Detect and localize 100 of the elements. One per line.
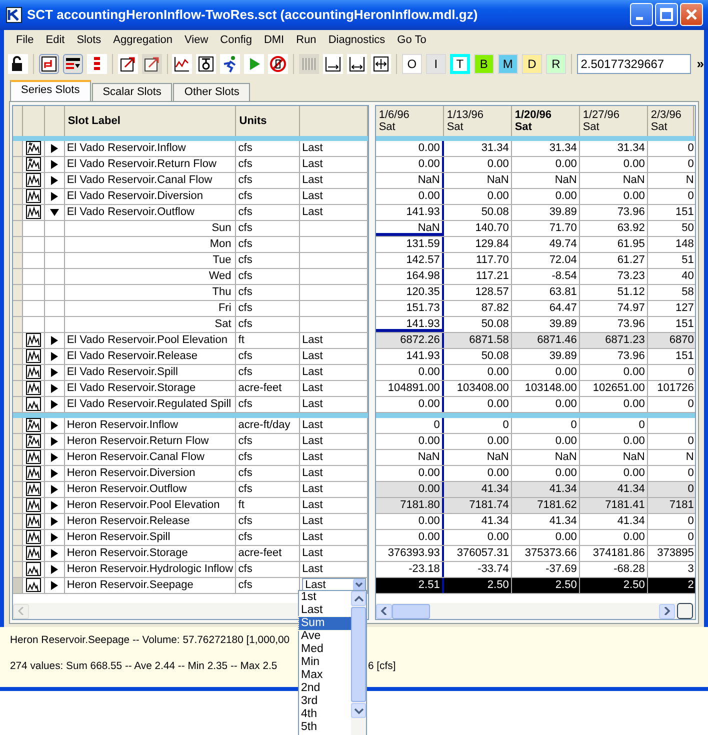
- series-icon[interactable]: [26, 157, 41, 172]
- value-cell[interactable]: 0.00: [623, 434, 645, 447]
- scroll-down-button[interactable]: [351, 703, 366, 718]
- expand-icon[interactable]: [50, 564, 59, 574]
- menu-item[interactable]: Diagnostics: [324, 34, 394, 46]
- value-cell[interactable]: 39.89: [549, 206, 577, 218]
- value-cell[interactable]: 39.89: [549, 350, 577, 362]
- expand-icon[interactable]: [50, 500, 59, 510]
- value-cell[interactable]: 41.34: [549, 514, 577, 527]
- series-icon[interactable]: [26, 333, 41, 348]
- value-cell[interactable]: 73.23: [617, 270, 645, 282]
- value-cell[interactable]: 0.00: [623, 398, 645, 410]
- popout-icon[interactable]: [118, 54, 138, 74]
- value-cell[interactable]: 0.00: [487, 398, 509, 410]
- menu-item[interactable]: DMI: [260, 34, 292, 46]
- value-cell[interactable]: 0: [688, 466, 694, 479]
- value-cell[interactable]: 376393.93: [388, 546, 440, 559]
- expand-icon[interactable]: [50, 384, 59, 393]
- tool-icon[interactable]: [196, 54, 216, 74]
- value-cell[interactable]: 50.08: [481, 206, 509, 218]
- expand-icon[interactable]: [50, 176, 59, 185]
- series-icon[interactable]: [26, 189, 41, 204]
- series-icon[interactable]: [26, 482, 41, 496]
- value-cell[interactable]: 51.12: [617, 286, 645, 298]
- value-cell[interactable]: 0.00: [418, 366, 440, 378]
- value-cell[interactable]: 71.70: [549, 222, 577, 234]
- value-cell[interactable]: 0.00: [487, 366, 509, 378]
- runner-icon[interactable]: [220, 54, 240, 74]
- aggregation-option[interactable]: 5th: [299, 721, 351, 734]
- value-cell[interactable]: 374181.86: [592, 546, 645, 559]
- value-cell[interactable]: N: [686, 450, 694, 463]
- series-icon[interactable]: [26, 466, 41, 480]
- value-cell[interactable]: -8.54: [552, 270, 577, 282]
- value-cell[interactable]: 61.27: [617, 254, 645, 266]
- expand-icon[interactable]: [50, 436, 59, 446]
- value-cell[interactable]: 73.96: [617, 206, 645, 218]
- value-cell[interactable]: 0.00: [555, 434, 577, 447]
- menu-item[interactable]: Edit: [42, 34, 73, 46]
- stop-icon[interactable]: [268, 54, 288, 74]
- aggregation-option[interactable]: Last: [299, 604, 351, 617]
- aggregation-option[interactable]: 4th: [299, 708, 351, 721]
- value-cell[interactable]: 141.93: [406, 350, 440, 362]
- value-cell[interactable]: 0.00: [487, 530, 509, 543]
- value-cell[interactable]: 164.98: [406, 270, 440, 282]
- display-mode-button[interactable]: I: [426, 54, 446, 74]
- value-cell[interactable]: 0.00: [623, 190, 645, 202]
- aggregation-option[interactable]: 3rd: [299, 695, 351, 708]
- corner-button[interactable]: [677, 603, 693, 619]
- lock-icon[interactable]: [8, 54, 28, 74]
- menu-item[interactable]: Go To: [393, 34, 434, 46]
- expand-icon[interactable]: [50, 532, 59, 542]
- value-cell[interactable]: 0.00: [487, 434, 509, 447]
- value-cell[interactable]: NaN: [554, 174, 577, 186]
- expand-icon[interactable]: [50, 352, 59, 361]
- value-cell[interactable]: 7181.80: [400, 498, 440, 511]
- display-mode-button[interactable]: R: [546, 54, 566, 74]
- column-header[interactable]: Slot Label: [68, 114, 120, 127]
- value-cell[interactable]: 73.96: [617, 350, 645, 362]
- value-cell[interactable]: 0.00: [487, 158, 509, 170]
- value-cell[interactable]: 50: [682, 222, 694, 234]
- value-cell[interactable]: 61.95: [617, 238, 645, 250]
- value-cell[interactable]: 51: [682, 254, 694, 266]
- value-cell[interactable]: 74.97: [617, 302, 645, 314]
- minimize-button[interactable]: [630, 3, 653, 26]
- arrows-icon[interactable]: [38, 54, 59, 74]
- value-cell[interactable]: 141.93: [406, 206, 440, 218]
- value-cell[interactable]: 6870: [669, 334, 694, 346]
- value-cell[interactable]: 63.81: [549, 286, 577, 298]
- series-icon[interactable]: [26, 498, 41, 512]
- value-cell[interactable]: 0.00: [623, 466, 645, 479]
- value-cell[interactable]: 141.93: [406, 318, 440, 330]
- value-cell[interactable]: 7181.41: [605, 498, 645, 511]
- display-mode-button[interactable]: M: [498, 54, 518, 74]
- value-cell[interactable]: 373895: [657, 546, 694, 559]
- value-cell[interactable]: 103408.00: [456, 382, 509, 394]
- aggregation-option[interactable]: Ave: [299, 630, 351, 643]
- value-cell[interactable]: 129.84: [475, 238, 509, 250]
- tab[interactable]: Series Slots: [10, 80, 91, 101]
- value-cell[interactable]: 73.96: [617, 318, 645, 330]
- value-cell[interactable]: 6871.23: [605, 334, 645, 346]
- value-cell[interactable]: 7181.74: [469, 498, 509, 511]
- menu-item[interactable]: Run: [292, 34, 324, 46]
- column-width-icon[interactable]: [347, 54, 368, 74]
- value-cell[interactable]: 0.00: [623, 366, 645, 378]
- scroll-up-button[interactable]: [351, 591, 366, 606]
- value-cell[interactable]: NaN: [418, 174, 440, 186]
- value-cell[interactable]: 151: [675, 206, 694, 218]
- value-cell[interactable]: NaN: [486, 174, 509, 186]
- expand-icon[interactable]: [50, 468, 59, 478]
- value-cell[interactable]: 0.00: [418, 530, 440, 543]
- value-cell[interactable]: 131.59: [406, 238, 440, 250]
- expand-icon[interactable]: [50, 368, 59, 377]
- value-cell[interactable]: 151.73: [406, 302, 440, 314]
- value-cell[interactable]: 7181.62: [537, 498, 577, 511]
- display-mode-button[interactable]: O: [402, 54, 422, 74]
- value-cell[interactable]: 0.00: [418, 142, 440, 154]
- value-cell[interactable]: 128.57: [475, 286, 509, 298]
- expand-icon[interactable]: [50, 160, 59, 169]
- value-cell[interactable]: N: [686, 174, 694, 186]
- value-cell[interactable]: 103148.00: [524, 382, 577, 394]
